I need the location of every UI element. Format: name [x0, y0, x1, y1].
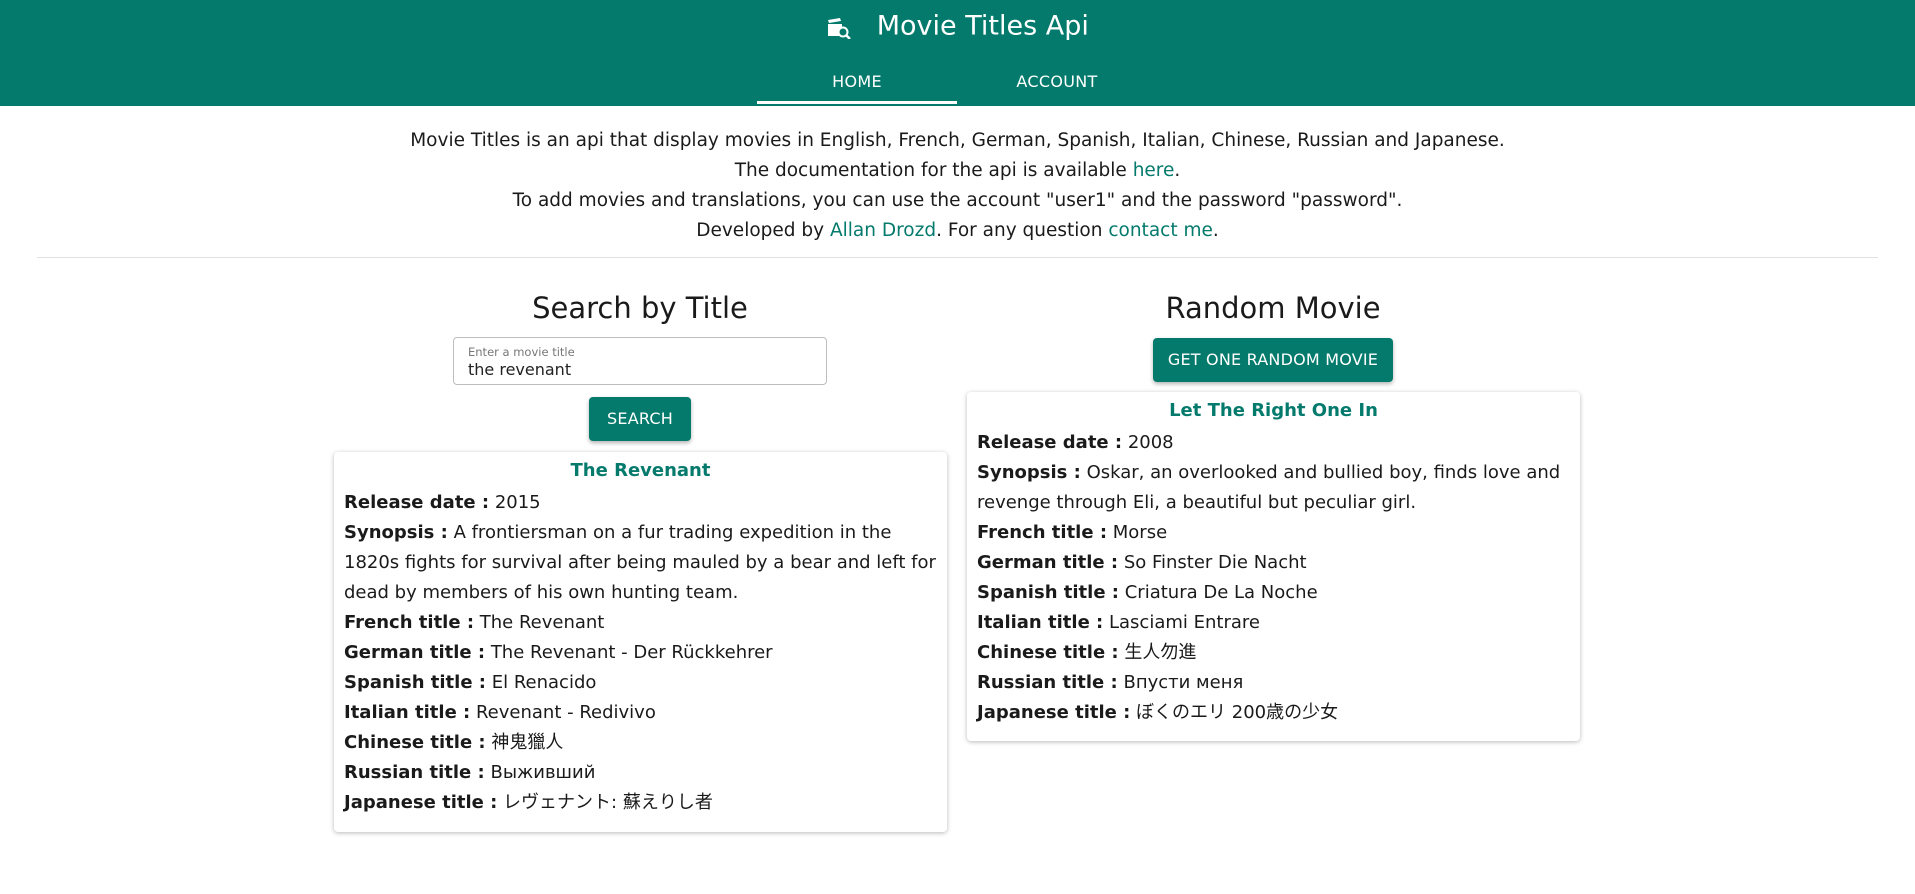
tab-account[interactable]: ACCOUNT [957, 62, 1157, 106]
field-synopsis: Synopsis : A frontiersman on a fur tradi… [344, 518, 937, 608]
field-release-date: Release date : 2015 [344, 488, 937, 518]
random-title: Random Movie [1165, 291, 1381, 325]
app-title: Movie Titles Api [876, 10, 1089, 42]
field-label: Italian title : [344, 702, 471, 723]
field-label: Japanese title : [344, 792, 498, 813]
section-divider [37, 257, 1878, 258]
field-value: レヴェナント: 蘇えりし者 [503, 792, 713, 813]
tab-home[interactable]: HOME [757, 62, 957, 106]
field-russian-title: Russian title : Впусти меня [977, 668, 1570, 698]
random-result-title: Let The Right One In [1169, 400, 1378, 421]
random-result-fields: Release date : 2008 Synopsis : Oskar, an… [977, 428, 1570, 728]
field-japanese-title: Japanese title : ぼくのエリ 200歳の少女 [977, 698, 1570, 728]
search-input-label: Enter a movie title [468, 345, 575, 359]
field-label: German title : [344, 642, 486, 663]
field-value: 生人勿進 [1124, 642, 1197, 663]
random-movie-button[interactable]: GET ONE RANDOM MOVIE [1153, 338, 1393, 382]
author-link[interactable]: Allan Drozd [830, 220, 936, 241]
intro-text-segment: . For any question [936, 220, 1109, 241]
field-japanese-title: Japanese title : レヴェナント: 蘇えりし者 [344, 788, 937, 818]
intro-line-4: Developed by Allan Drozd. For any questi… [0, 216, 1915, 246]
field-french-title: French title : Morse [977, 518, 1570, 548]
field-value: 2008 [1127, 432, 1174, 453]
search-result-title: The Revenant [570, 460, 711, 481]
intro-line-3: To add movies and translations, you can … [512, 190, 1403, 211]
field-russian-title: Russian title : Выживший [344, 758, 937, 788]
field-value: El Renacido [491, 672, 597, 693]
intro-text: Movie Titles is an api that display movi… [0, 126, 1915, 246]
field-label: Russian title : [977, 672, 1118, 693]
search-input-value: the revenant [468, 360, 572, 379]
field-value: ぼくのエリ 200歳の少女 [1136, 702, 1339, 723]
field-label: French title : [977, 522, 1108, 543]
search-input[interactable]: Enter a movie title the revenant [453, 337, 827, 385]
field-value: 神鬼獵人 [491, 732, 564, 753]
random-result-card: Let The Right One In Release date : 2008… [967, 392, 1580, 741]
field-chinese-title: Chinese title : 生人勿進 [977, 638, 1570, 668]
movie-search-icon [826, 15, 852, 40]
field-value: Впусти меня [1123, 672, 1244, 693]
app-brand: Movie Titles Api [0, 10, 1915, 43]
field-spanish-title: Spanish title : El Renacido [344, 668, 937, 698]
intro-text-segment: Developed by [696, 220, 830, 241]
field-german-title: German title : The Revenant - Der Rückke… [344, 638, 937, 668]
field-label: Spanish title : [344, 672, 486, 693]
search-result-fields: Release date : 2015 Synopsis : A frontie… [344, 488, 937, 818]
app-header: Movie Titles Api HOME ACCOUNT [0, 0, 1915, 106]
field-label: Japanese title : [977, 702, 1131, 723]
field-synopsis: Synopsis : Oskar, an overlooked and bull… [977, 458, 1570, 518]
field-value: Criatura De La Noche [1124, 582, 1318, 603]
field-value: The Revenant [479, 612, 605, 633]
intro-text-segment: . [1212, 220, 1219, 241]
field-label: Italian title : [977, 612, 1104, 633]
main-nav: HOME ACCOUNT [757, 62, 1157, 106]
field-label: Release date : [344, 492, 490, 513]
field-value: Выживший [490, 762, 596, 783]
field-value: Revenant - Redivivo [475, 702, 656, 723]
field-label: Russian title : [344, 762, 485, 783]
field-italian-title: Italian title : Revenant - Redivivo [344, 698, 937, 728]
field-spanish-title: Spanish title : Criatura De La Noche [977, 578, 1570, 608]
field-chinese-title: Chinese title : 神鬼獵人 [344, 728, 937, 758]
field-value: So Finster Die Nacht [1123, 552, 1307, 573]
contact-link[interactable]: contact me [1108, 220, 1213, 241]
field-label: German title : [977, 552, 1119, 573]
field-label: Synopsis : [344, 522, 448, 543]
field-label: French title : [344, 612, 475, 633]
field-value: The Revenant - Der Rückkehrer [490, 642, 773, 663]
field-value: 2015 [494, 492, 541, 513]
field-label: Synopsis : [977, 462, 1081, 483]
intro-line-1: Movie Titles is an api that display movi… [410, 130, 1505, 151]
field-value: Morse [1112, 522, 1168, 543]
search-title: Search by Title [532, 291, 748, 325]
intro-text-segment: The documentation for the api is availab… [734, 160, 1133, 181]
docs-link[interactable]: here [1133, 160, 1175, 181]
search-button[interactable]: SEARCH [589, 397, 691, 441]
field-german-title: German title : So Finster Die Nacht [977, 548, 1570, 578]
field-release-date: Release date : 2008 [977, 428, 1570, 458]
field-label: Spanish title : [977, 582, 1119, 603]
field-label: Chinese title : [977, 642, 1119, 663]
field-italian-title: Italian title : Lasciami Entrare [977, 608, 1570, 638]
intro-text-segment: . [1174, 160, 1181, 181]
search-result-card: The Revenant Release date : 2015 Synopsi… [334, 452, 947, 832]
field-label: Chinese title : [344, 732, 486, 753]
field-french-title: French title : The Revenant [344, 608, 937, 638]
intro-line-2: The documentation for the api is availab… [0, 156, 1915, 186]
field-label: Release date : [977, 432, 1123, 453]
field-value: Lasciami Entrare [1108, 612, 1260, 633]
